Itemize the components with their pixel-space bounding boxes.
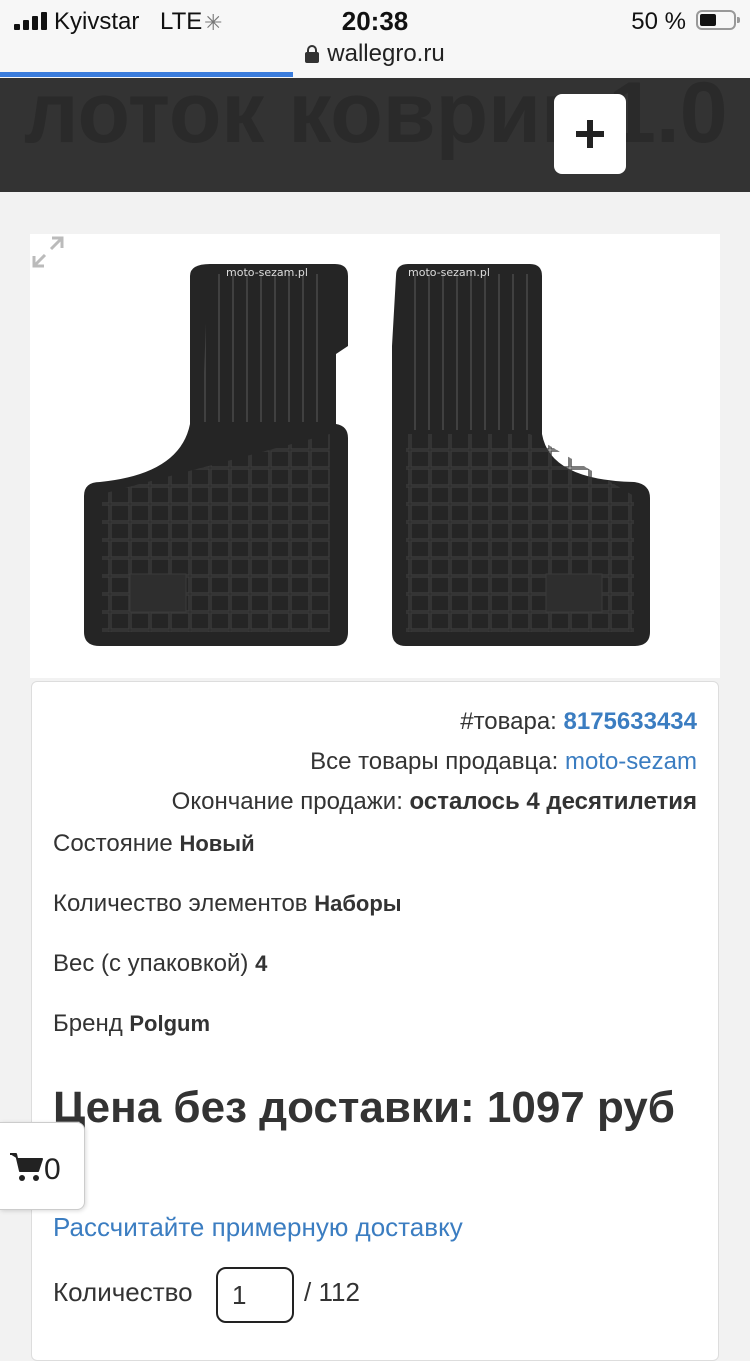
sale-end-row: Окончание продажи: осталось 4 десятилети… — [172, 788, 697, 816]
item-number-link[interactable]: 8175633434 — [564, 708, 697, 735]
attribute-label: Количество элементов — [53, 890, 308, 917]
attribute-label: Бренд — [53, 1010, 123, 1037]
url-text[interactable]: wallegro.ru — [327, 40, 444, 68]
product-image[interactable]: moto-sezam.pl moto-sezam.pl — [30, 234, 720, 678]
sale-end-value: осталось 4 десятилетия — [409, 788, 697, 815]
battery-percent: 50 % — [631, 8, 686, 35]
watermark-right: moto-sezam.pl — [408, 266, 490, 279]
attribute-condition: Состояние Новый — [53, 830, 255, 858]
calculate-delivery-link[interactable]: Рассчитайте примерную доставку — [53, 1212, 463, 1243]
attribute-value: Наборы — [314, 891, 402, 916]
seller-link[interactable]: moto-sezam — [565, 748, 697, 775]
site-header: лоток коврик 1.0 — [0, 78, 750, 192]
attribute-weight: Вес (с упаковкой) 4 — [53, 950, 267, 978]
item-number-label: #товара: — [460, 708, 557, 735]
attribute-value: 4 — [255, 951, 268, 976]
expand-icon[interactable] — [30, 234, 66, 270]
item-number-row: #товара: 8175633434 — [460, 708, 697, 736]
quantity-input[interactable] — [216, 1267, 294, 1323]
quantity-label: Количество — [53, 1277, 193, 1307]
price-heading: Цена без доставки: 1097 руб — [53, 1083, 675, 1132]
attribute-value: Polgum — [129, 1011, 211, 1036]
floor-mats-illustration: moto-sezam.pl moto-sezam.pl — [84, 264, 650, 646]
attribute-value: Новый — [179, 831, 255, 856]
watermark-left: moto-sezam.pl — [226, 266, 308, 279]
attribute-element-count: Количество элементов Наборы — [53, 890, 402, 918]
cart-button[interactable]: 0 — [0, 1122, 85, 1210]
page-load-progress — [0, 72, 293, 77]
cart-icon — [10, 1153, 43, 1181]
sale-end-label: Окончание продажи: — [171, 788, 403, 815]
status-bar: Kyivstar LTE ✳ 20:38 50 % — [0, 0, 750, 40]
lock-icon — [305, 45, 320, 63]
battery-icon — [696, 10, 740, 30]
plus-icon — [576, 120, 604, 148]
seller-label: Все товары продавца: — [310, 748, 559, 775]
product-details-card: #товара: 8175633434 Все товары продавца:… — [31, 681, 719, 1361]
attribute-label: Состояние — [53, 830, 173, 857]
seller-row: Все товары продавца: moto-sezam — [310, 748, 697, 776]
add-button[interactable] — [554, 94, 626, 174]
attribute-brand: Бренд Polgum — [53, 1010, 210, 1038]
cart-count: 0 — [44, 1153, 61, 1186]
quantity-max: / 112 — [304, 1277, 360, 1307]
attribute-label: Вес (с упаковкой) — [53, 950, 249, 977]
